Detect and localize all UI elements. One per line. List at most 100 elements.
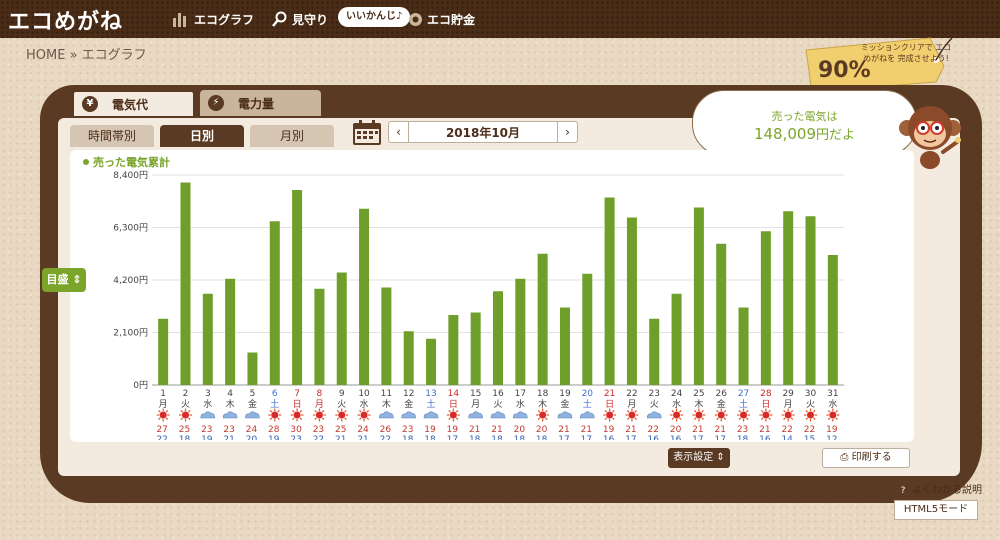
y-tick-label: 6,300円 [113, 223, 148, 234]
temp-high: 25 [335, 425, 346, 435]
app-logo[interactable]: エコめがね [8, 4, 123, 36]
temp-high: 21 [469, 425, 480, 435]
x-tick-day: 8 [317, 389, 323, 399]
temp-low: 17 [558, 435, 569, 440]
temp-low: 21 [335, 435, 346, 440]
temp-high: 23 [201, 425, 212, 435]
x-tick-day: 19 [559, 389, 571, 399]
display-settings-button[interactable]: 表示設定 ⇕ [668, 448, 730, 468]
nav-eco-savings[interactable]: エコ貯金 [408, 10, 475, 28]
tab-hourly[interactable]: 時間帯別 [70, 125, 154, 147]
status-bubble: いいかんじ♪ [338, 7, 411, 27]
nav-eco-graph[interactable]: エコグラフ [172, 10, 254, 28]
x-tick-weekday: 木 [538, 398, 547, 410]
temp-low: 22 [156, 435, 167, 440]
sun-icon [178, 408, 192, 422]
chart-bar [760, 231, 771, 385]
x-tick-weekday: 月 [784, 399, 793, 410]
x-tick-day: 26 [715, 389, 727, 399]
chart-bar [738, 307, 749, 385]
temp-low: 19 [268, 435, 280, 440]
x-tick-weekday: 木 [694, 398, 703, 410]
prev-month-button[interactable]: ‹ [389, 122, 409, 142]
sun-icon [737, 408, 751, 422]
calendar-icon[interactable] [352, 120, 382, 146]
x-tick-weekday: 水 [516, 398, 525, 410]
y-tick-label: 0円 [133, 380, 148, 391]
temp-low: 18 [536, 435, 548, 440]
temp-high: 19 [447, 425, 459, 435]
tab-daily[interactable]: 日別 [160, 125, 244, 147]
nav-eco-savings-label: エコ貯金 [427, 12, 476, 27]
temp-high: 22 [804, 425, 815, 435]
sun-icon [692, 408, 706, 422]
cloud-icon [513, 411, 528, 419]
temp-low: 16 [670, 435, 682, 440]
y-tick-label: 4,200円 [113, 275, 148, 286]
tab-electricity-cost[interactable]: ¥ 電気代 [72, 90, 195, 116]
daily-sold-electricity-chart: 0円2,100円4,200円6,300円8,400円1月27222火25183水… [113, 170, 844, 440]
tab-electricity-label: 電気代 [112, 97, 149, 112]
temp-high: 27 [156, 425, 167, 435]
sun-icon [714, 408, 728, 422]
temp-high: 21 [625, 425, 636, 435]
x-tick-day: 16 [492, 389, 504, 399]
sun-icon [625, 408, 639, 422]
sold-electricity-callout: 売った電気は 148,009円だよ [692, 90, 917, 156]
x-tick-weekday: 水 [672, 398, 681, 410]
x-tick-day: 2 [183, 389, 189, 399]
x-tick-day: 3 [205, 389, 211, 399]
help-link[interactable]: ? よくわかる説明 [897, 481, 982, 497]
printer-icon: ⎙ [840, 452, 852, 463]
temp-low: 22 [380, 435, 391, 440]
sun-icon [826, 408, 840, 422]
x-tick-day: 14 [448, 389, 460, 399]
x-tick-day: 17 [515, 389, 526, 399]
chart-bar [426, 338, 437, 385]
temp-low: 16 [603, 435, 615, 440]
chart-bar [202, 293, 213, 385]
cloud-icon [379, 411, 394, 419]
x-tick-day: 18 [537, 389, 549, 399]
temp-high: 24 [246, 425, 258, 435]
chart-bar [403, 331, 414, 385]
tab-power-label: 電力量 [238, 96, 275, 111]
temp-low: 23 [290, 435, 301, 440]
temp-high: 30 [290, 425, 302, 435]
x-tick-weekday: 水 [828, 398, 837, 410]
html5-mode-button[interactable]: HTML5モード [894, 500, 978, 520]
sun-icon [156, 408, 170, 422]
question-icon: ? [897, 485, 909, 497]
x-tick-day: 15 [470, 389, 481, 399]
chart-bar [314, 288, 325, 385]
x-tick-weekday: 木 [226, 398, 235, 410]
chart-bar [693, 207, 704, 385]
sun-icon [759, 408, 773, 422]
tab-monthly[interactable]: 月別 [250, 125, 334, 147]
nav-mimamori[interactable]: 見守り [272, 10, 328, 28]
cloud-icon [222, 411, 238, 419]
temp-high: 21 [759, 425, 770, 435]
chart-bar [783, 211, 794, 385]
temp-low: 17 [447, 435, 458, 440]
temp-high: 20 [670, 425, 682, 435]
print-button[interactable]: ⎙ 印刷する [822, 448, 910, 468]
temp-low: 12 [826, 435, 837, 440]
temp-low: 17 [692, 435, 703, 440]
x-tick-weekday: 金 [248, 398, 257, 410]
sun-icon [536, 408, 550, 422]
tab-power-amount[interactable]: ⚡ 電力量 [200, 90, 321, 116]
breadcrumb[interactable]: HOME » エコグラフ [26, 44, 147, 63]
x-tick-day: 12 [403, 389, 414, 399]
temp-high: 26 [380, 425, 392, 435]
x-tick-weekday: 日 [761, 399, 770, 410]
next-month-button[interactable]: › [557, 122, 577, 142]
temp-high: 23 [313, 425, 324, 435]
top-bar [0, 0, 1000, 38]
coin-icon [409, 12, 422, 26]
nav-eco-graph-label: エコグラフ [194, 12, 255, 27]
sun-icon [781, 408, 795, 422]
sold-suffix: 円だよ [816, 128, 856, 143]
sun-icon [670, 408, 684, 422]
chart-bar [470, 312, 481, 385]
